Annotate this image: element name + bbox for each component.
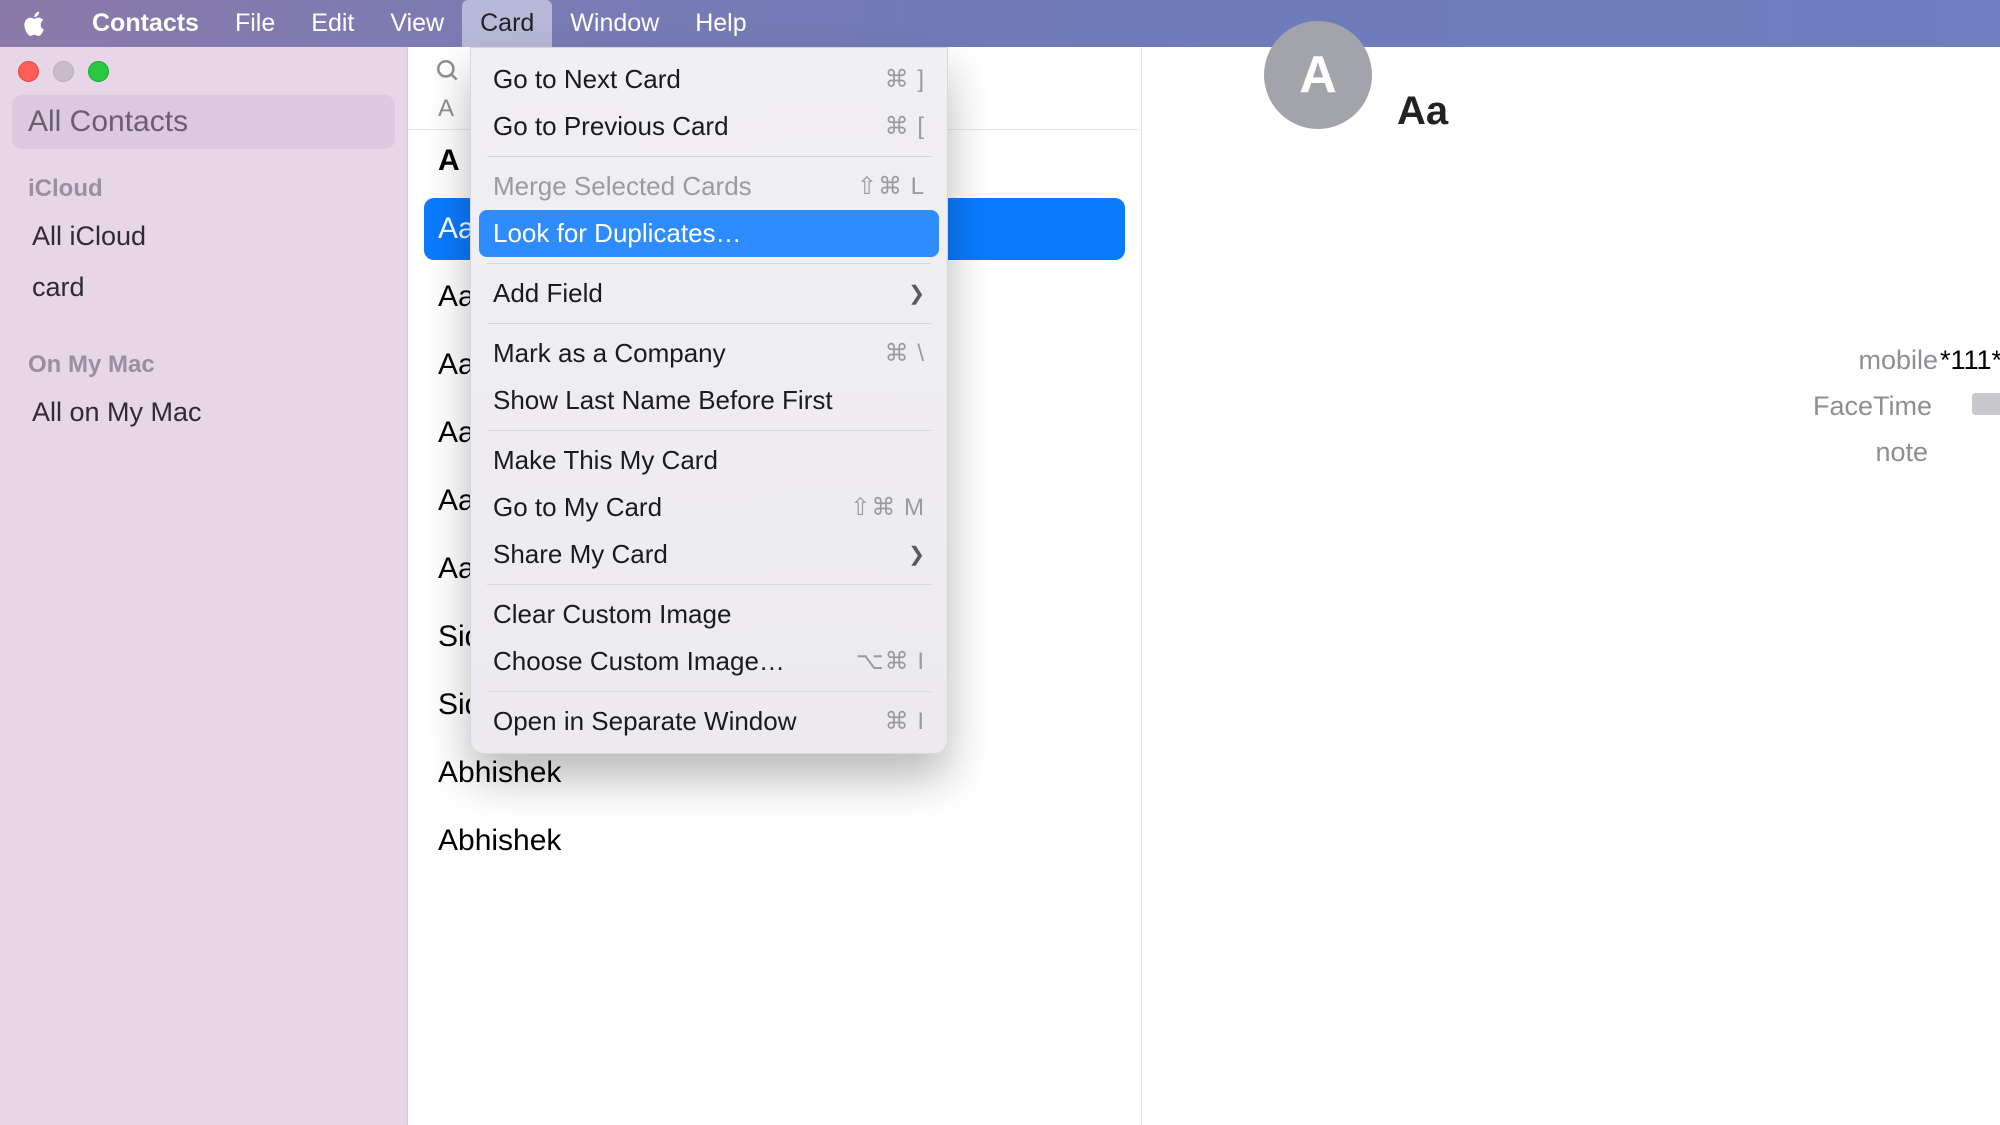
card-menu-dropdown: Go to Next Card ⌘ ] Go to Previous Card ⌘ [… (470, 47, 948, 754)
menu-item[interactable]: Share My Card ❯ (479, 531, 939, 578)
sidebar-all-contacts[interactable]: All Contacts (12, 95, 395, 149)
sidebar-group-header-onmymac: On My Mac (0, 339, 407, 387)
menu-separator (487, 263, 931, 264)
avatar[interactable]: A (1264, 21, 1372, 129)
menu-item-shortcut: ⇧⌘ M (850, 493, 925, 522)
close-window-button[interactable] (18, 61, 39, 82)
facetime-label: FaceTime (1813, 391, 1932, 422)
menu-item-shortcut: ⌘ I (885, 707, 925, 736)
sidebar-item-all-on-my-mac[interactable]: All on My Mac (0, 387, 407, 438)
menu-separator (487, 584, 931, 585)
menu-card[interactable]: Card (462, 0, 552, 47)
list-item[interactable]: Abhishek (408, 810, 1141, 872)
menu-item-label: Clear Custom Image (493, 599, 731, 630)
apple-menu[interactable] (24, 11, 74, 37)
contact-detail: A Aa mobile *111* FaceTime note (1142, 47, 2000, 1125)
menu-item[interactable]: Open in Separate Window ⌘ I (479, 698, 939, 745)
menu-item-label: Open in Separate Window (493, 706, 797, 737)
menu-separator (487, 156, 931, 157)
note-label: note (1875, 437, 1928, 468)
menu-item[interactable]: Mark as a Company ⌘ \ (479, 330, 939, 377)
menu-item-shortcut: ⌘ \ (885, 339, 925, 368)
facetime-video-icon[interactable] (1972, 393, 2000, 415)
mobile-value[interactable]: *111* (1940, 345, 2000, 376)
menu-item-label: Add Field (493, 278, 603, 309)
menu-item-label: Mark as a Company (493, 338, 726, 369)
menu-item-label: Make This My Card (493, 445, 718, 476)
menu-separator (487, 323, 931, 324)
menu-item-label: Go to Previous Card (493, 111, 729, 142)
chevron-right-icon: ❯ (908, 281, 925, 306)
menu-item[interactable]: Go to My Card ⇧⌘ M (479, 484, 939, 531)
minimize-window-button[interactable] (53, 61, 74, 82)
zoom-window-button[interactable] (88, 61, 109, 82)
menu-view[interactable]: View (372, 0, 462, 47)
contacts-window: All Contacts iCloud All iCloud card On M… (0, 47, 2000, 1125)
menubar: Contacts File Edit View Card Window Help (0, 0, 2000, 47)
menu-item-label: Go to Next Card (493, 64, 681, 95)
sidebar-group-header-icloud: iCloud (0, 163, 407, 211)
menu-item-shortcut: ⇧⌘ L (857, 172, 925, 201)
search-icon[interactable] (428, 51, 468, 91)
menu-item[interactable]: Show Last Name Before First (479, 377, 939, 424)
menu-help[interactable]: Help (677, 0, 764, 47)
menu-app-name[interactable]: Contacts (74, 0, 217, 47)
chevron-right-icon: ❯ (908, 542, 925, 567)
menu-item: Merge Selected Cards ⇧⌘ L (479, 163, 939, 210)
sidebar: All Contacts iCloud All iCloud card On M… (0, 47, 408, 1125)
menu-item[interactable]: Add Field ❯ (479, 270, 939, 317)
sidebar-item-card[interactable]: card (0, 262, 407, 313)
menu-item[interactable]: Choose Custom Image… ⌥⌘ I (479, 638, 939, 685)
menu-item-label: Merge Selected Cards (493, 171, 752, 202)
menu-item[interactable]: Go to Previous Card ⌘ [ (479, 103, 939, 150)
menu-item-label: Choose Custom Image… (493, 646, 785, 677)
menu-item[interactable]: Make This My Card (479, 437, 939, 484)
menu-file[interactable]: File (217, 0, 293, 47)
menu-item-shortcut: ⌘ ] (885, 65, 925, 94)
menu-item-label: Share My Card (493, 539, 668, 570)
menu-item-shortcut: ⌘ [ (885, 112, 925, 141)
menu-item-label: Look for Duplicates… (493, 218, 742, 249)
menu-window[interactable]: Window (552, 0, 677, 47)
sidebar-item-all-icloud[interactable]: All iCloud (0, 211, 407, 262)
menu-item[interactable]: Go to Next Card ⌘ ] (479, 56, 939, 103)
menu-item[interactable]: Clear Custom Image (479, 591, 939, 638)
menu-item-shortcut: ⌥⌘ I (856, 647, 925, 676)
menu-separator (487, 691, 931, 692)
menu-separator (487, 430, 931, 431)
menu-item-label: Show Last Name Before First (493, 385, 833, 416)
mobile-label: mobile (1858, 345, 1938, 376)
window-controls (0, 47, 407, 95)
menu-item-label: Go to My Card (493, 492, 662, 523)
menu-edit[interactable]: Edit (293, 0, 372, 47)
contact-name: Aa (1397, 89, 1448, 134)
menu-item[interactable]: Look for Duplicates… (479, 210, 939, 257)
